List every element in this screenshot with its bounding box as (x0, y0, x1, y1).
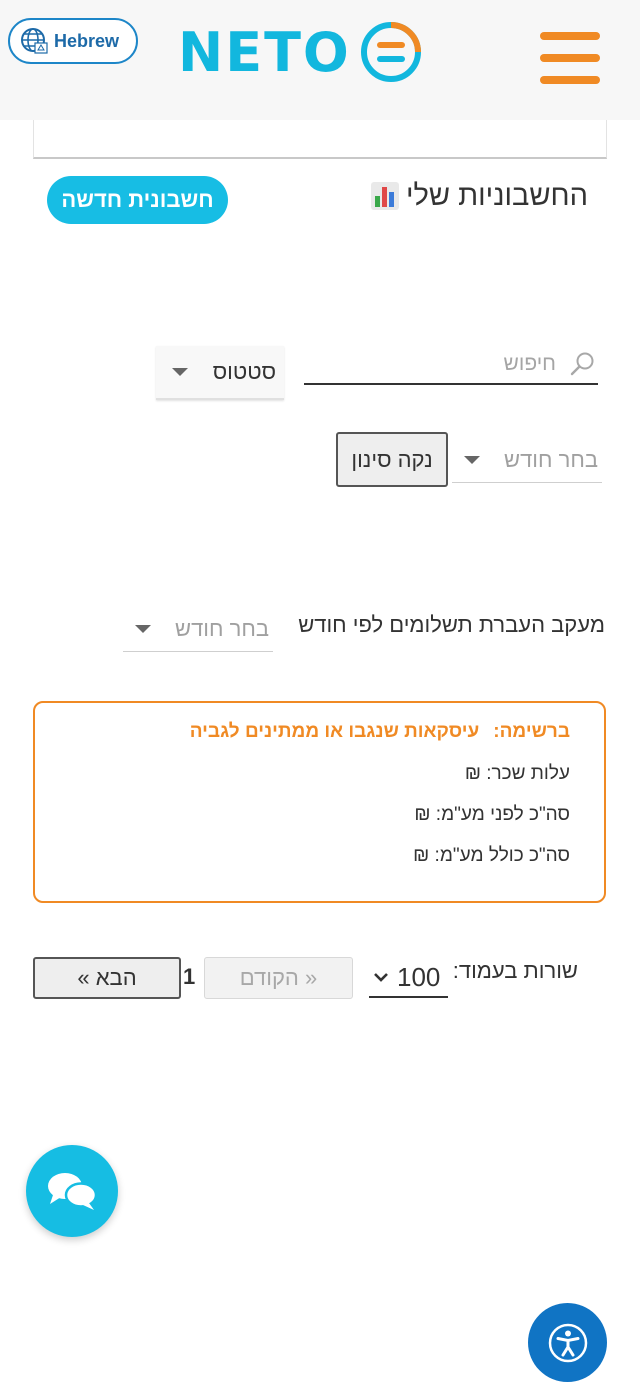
filter-month-select[interactable]: בחר חודש (452, 437, 602, 483)
filter-month-placeholder: בחר חודש (504, 446, 598, 472)
language-label: Hebrew (54, 30, 120, 51)
chat-button[interactable] (26, 1145, 118, 1237)
accessibility-icon (548, 1323, 587, 1362)
search-input[interactable] (330, 352, 560, 376)
summary-heading: ברשימה: עיסקאות שנגבו או ממתינים לגביה (35, 721, 570, 751)
menu-button[interactable] (540, 32, 600, 84)
accessibility-button[interactable] (528, 1303, 607, 1382)
search-icon (570, 352, 594, 376)
payment-tracking-label: מעקב העברת תשלומים לפי חודש (298, 612, 605, 637)
new-invoice-button[interactable]: חשבונית חדשה (47, 176, 228, 224)
globe-icon (21, 28, 48, 54)
chevron-down-icon (374, 973, 388, 982)
previous-page-button[interactable]: « הקודם (204, 957, 353, 999)
clear-filter-button[interactable]: נקה סינון (336, 432, 448, 487)
chat-bubbles-icon (48, 1173, 98, 1210)
rows-per-page-select[interactable]: 100 (369, 958, 448, 998)
summary-heading-text: עיסקאות שנגבו או ממתינים לגביה (189, 721, 480, 742)
tracking-month-placeholder: בחר חודש (175, 615, 269, 641)
logo-text: NETO (178, 20, 351, 84)
caret-down-icon (464, 455, 480, 464)
summary-salary-cost: עלות שכר: ₪ (464, 763, 570, 784)
tracking-month-select[interactable]: בחר חודש (123, 606, 273, 652)
menu-bar (540, 54, 600, 62)
rows-per-page-label: שורות בעמוד: (452, 958, 578, 983)
summary-heading-prefix: ברשימה: (493, 721, 570, 742)
content-divider (33, 120, 607, 159)
header: Hebrew NETO (0, 0, 640, 120)
status-select-label: סטטוס (212, 359, 276, 384)
current-page-number: 1 (183, 964, 196, 989)
caret-down-icon (172, 368, 188, 376)
status-select[interactable]: סטטוס (156, 346, 284, 400)
page-title-text: החשבוניות שלי (405, 179, 588, 212)
caret-down-icon (135, 624, 151, 633)
next-page-button[interactable]: הבא » (33, 957, 181, 999)
menu-bar (540, 76, 600, 84)
menu-bar (540, 32, 600, 40)
summary-including-vat: סה"כ כולל מע"מ: ₪ (413, 845, 570, 866)
logo-mark-icon (360, 22, 421, 82)
page-title: החשבוניות שלי (370, 176, 588, 216)
search-field[interactable] (304, 345, 598, 385)
bar-chart-icon (370, 182, 399, 210)
summary-card: ברשימה: עיסקאות שנגבו או ממתינים לגביה ע… (33, 701, 606, 903)
summary-before-vat: סה"כ לפני מע"מ: ₪ (414, 804, 570, 825)
rows-per-page-value: 100 (397, 961, 441, 992)
logo[interactable]: NETO (178, 14, 423, 90)
language-button[interactable]: Hebrew (8, 18, 138, 64)
page: Hebrew NETO החשבוניות שלי חשבונית חדשה ח… (0, 0, 640, 1385)
